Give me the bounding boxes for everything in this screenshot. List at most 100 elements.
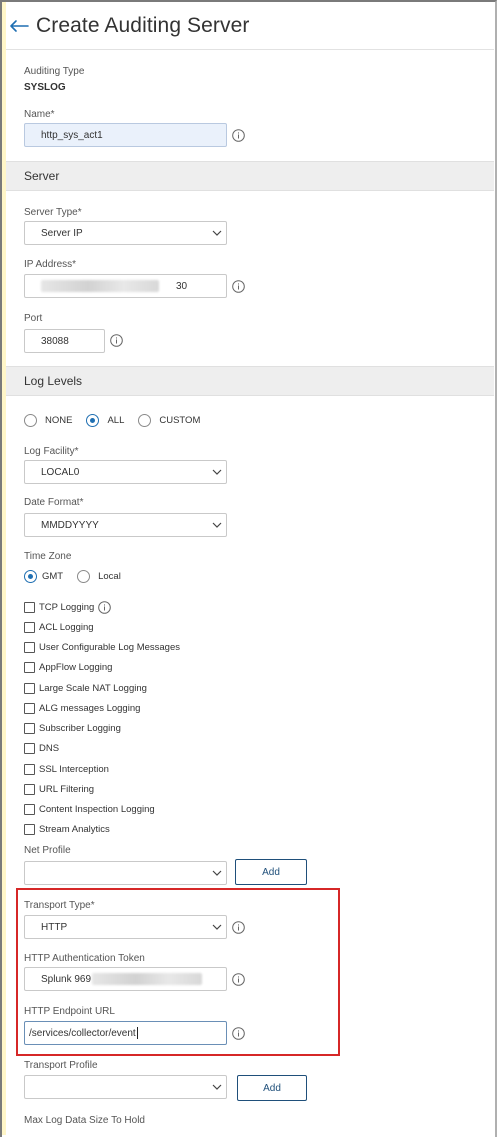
checkbox-user-configurable-log-messages[interactable]: User Configurable Log Messages bbox=[24, 640, 180, 654]
ip-address-info-icon[interactable] bbox=[232, 280, 245, 293]
log-level-none[interactable]: NONE bbox=[24, 414, 72, 427]
checkbox-tcp-logging[interactable]: TCP Logging bbox=[24, 600, 112, 614]
checkbox-box[interactable] bbox=[24, 722, 35, 734]
http-endpoint-url-input[interactable]: /services/collector/event bbox=[24, 1021, 227, 1045]
chevron-down-icon bbox=[212, 522, 222, 528]
http-auth-token-info-icon[interactable] bbox=[232, 973, 245, 986]
checkbox-ssl-interception[interactable]: SSL Interception bbox=[24, 762, 109, 776]
name-input[interactable]: http_sys_act1 bbox=[24, 123, 227, 147]
time-zone-label: Time Zone bbox=[24, 551, 72, 562]
radio-all[interactable] bbox=[86, 414, 100, 427]
http-auth-token-label: HTTP Authentication Token bbox=[24, 953, 145, 964]
checkbox-label: URL Filtering bbox=[39, 783, 95, 795]
chevron-down-icon bbox=[212, 924, 222, 930]
checkbox-box[interactable] bbox=[24, 621, 35, 633]
checkbox-stream-analytics[interactable]: Stream Analytics bbox=[24, 822, 110, 836]
checkbox-label: Large Scale NAT Logging bbox=[39, 682, 147, 694]
log-level-all[interactable]: ALL bbox=[86, 414, 124, 427]
checkbox-box[interactable] bbox=[24, 823, 35, 835]
ip-address-suffix: 30 bbox=[176, 280, 188, 292]
checkbox-label: DNS bbox=[39, 742, 60, 754]
http-auth-token-input[interactable]: Splunk 969 bbox=[24, 967, 227, 991]
transport-profile-select[interactable] bbox=[24, 1075, 227, 1099]
time-zone-local[interactable]: Local bbox=[77, 570, 121, 583]
date-format-select[interactable]: MMDDYYYY bbox=[24, 513, 227, 537]
checkbox-label: SSL Interception bbox=[39, 763, 109, 775]
name-input-value: http_sys_act1 bbox=[41, 129, 103, 141]
radio-gmt-label: GMT bbox=[42, 571, 64, 582]
checkbox-label: Content Inspection Logging bbox=[39, 803, 155, 815]
date-format-value: MMDDYYYY bbox=[41, 519, 99, 531]
log-facility-select[interactable]: LOCAL0 bbox=[24, 460, 227, 484]
port-label: Port bbox=[24, 313, 43, 324]
max-log-data-label: Max Log Data Size To Hold bbox=[24, 1115, 145, 1126]
radio-none-label: NONE bbox=[45, 415, 73, 426]
server-type-select[interactable]: Server IP bbox=[24, 221, 227, 245]
port-input[interactable]: 38088 bbox=[24, 329, 105, 353]
checkbox-box[interactable] bbox=[24, 783, 35, 795]
tcp-logging-info-icon[interactable] bbox=[98, 600, 112, 614]
radio-local[interactable] bbox=[77, 570, 91, 583]
server-type-value: Server IP bbox=[41, 227, 83, 239]
radio-gmt[interactable] bbox=[24, 570, 37, 583]
date-format-label: Date Format* bbox=[24, 497, 84, 508]
http-endpoint-url-info-icon[interactable] bbox=[232, 1027, 245, 1040]
checkbox-box[interactable] bbox=[24, 702, 35, 714]
ip-address-input[interactable]: 30 bbox=[24, 274, 227, 298]
auditing-type-label: Auditing Type bbox=[24, 66, 85, 77]
auditing-type-value: SYSLOG bbox=[24, 82, 66, 93]
log-levels-section-header: Log Levels bbox=[6, 366, 494, 396]
server-section-title: Server bbox=[24, 169, 60, 183]
net-profile-select[interactable] bbox=[24, 861, 227, 885]
page-title: Create Auditing Server bbox=[36, 13, 250, 37]
log-facility-label: Log Facility* bbox=[24, 446, 79, 457]
chevron-down-icon bbox=[212, 1084, 222, 1090]
checkbox-label: Stream Analytics bbox=[39, 823, 110, 835]
http-auth-token-prefix: Splunk 969 bbox=[41, 973, 92, 985]
checkbox-box[interactable] bbox=[24, 763, 35, 775]
checkbox-box[interactable] bbox=[24, 661, 35, 673]
transport-profile-add-button[interactable]: Add bbox=[237, 1075, 307, 1101]
checkbox-box[interactable] bbox=[24, 803, 35, 815]
chevron-down-icon bbox=[212, 469, 222, 475]
radio-local-label: Local bbox=[98, 571, 121, 582]
transport-type-info-icon[interactable] bbox=[232, 921, 245, 934]
transport-profile-label: Transport Profile bbox=[24, 1060, 98, 1071]
page-header: Create Auditing Server bbox=[6, 2, 494, 50]
radio-custom[interactable] bbox=[138, 414, 152, 427]
checkbox-box[interactable] bbox=[24, 682, 35, 694]
time-zone-radio-group: GMT Local bbox=[24, 570, 135, 583]
ip-address-label: IP Address* bbox=[24, 259, 77, 270]
checkbox-label: Subscriber Logging bbox=[39, 722, 121, 734]
checkbox-label: User Configurable Log Messages bbox=[39, 641, 180, 653]
name-info-icon[interactable] bbox=[232, 129, 245, 142]
log-level-custom[interactable]: CUSTOM bbox=[138, 414, 200, 427]
net-profile-add-button[interactable]: Add bbox=[235, 859, 307, 885]
checkbox-appflow-logging[interactable]: AppFlow Logging bbox=[24, 660, 112, 674]
port-value: 38088 bbox=[41, 335, 69, 347]
text-cursor bbox=[136, 1027, 138, 1039]
checkbox-large-scale-nat-logging[interactable]: Large Scale NAT Logging bbox=[24, 681, 147, 695]
transport-type-label: Transport Type* bbox=[24, 900, 95, 911]
checkbox-label: ACL Logging bbox=[39, 621, 94, 633]
checkbox-subscriber-logging[interactable]: Subscriber Logging bbox=[24, 721, 121, 735]
http-endpoint-url-label: HTTP Endpoint URL bbox=[24, 1006, 115, 1017]
radio-all-label: ALL bbox=[107, 415, 125, 426]
transport-type-select[interactable]: HTTP bbox=[24, 915, 227, 939]
checkbox-box[interactable] bbox=[24, 742, 35, 754]
checkbox-url-filtering[interactable]: URL Filtering bbox=[24, 782, 94, 796]
server-section-header: Server bbox=[6, 161, 494, 191]
checkbox-content-inspection-logging[interactable]: Content Inspection Logging bbox=[24, 802, 155, 816]
back-arrow-icon[interactable] bbox=[8, 18, 30, 34]
radio-none[interactable] bbox=[24, 414, 37, 427]
checkbox-box[interactable] bbox=[24, 641, 35, 653]
checkbox-dns[interactable]: DNS bbox=[24, 741, 59, 755]
checkbox-acl-logging[interactable]: ACL Logging bbox=[24, 620, 94, 634]
checkbox-box[interactable] bbox=[24, 601, 35, 613]
log-levels-section-title: Log Levels bbox=[24, 374, 83, 388]
port-info-icon[interactable] bbox=[110, 334, 123, 347]
time-zone-gmt[interactable]: GMT bbox=[24, 570, 63, 583]
checkbox-alg-messages-logging[interactable]: ALG messages Logging bbox=[24, 701, 140, 715]
log-facility-value: LOCAL0 bbox=[41, 466, 80, 478]
name-label: Name* bbox=[24, 109, 55, 120]
